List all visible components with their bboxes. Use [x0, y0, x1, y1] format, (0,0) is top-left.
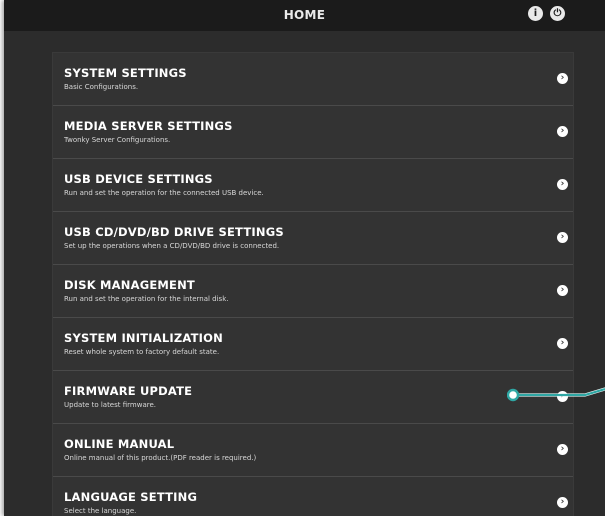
chevron-right-icon: › [557, 73, 568, 84]
menu-item-firmware-update[interactable]: FIRMWARE UPDATE Update to latest firmwar… [53, 371, 573, 424]
menu-item-language-setting[interactable]: LANGUAGE SETTING Select the language. › [53, 477, 573, 516]
chevron-right-icon: › [557, 285, 568, 296]
menu-item-usb-device-settings[interactable]: USB DEVICE SETTINGS Run and set the oper… [53, 159, 573, 212]
menu-item-title: SYSTEM INITIALIZATION [64, 331, 223, 345]
menu-item-title: LANGUAGE SETTING [64, 490, 198, 504]
menu-item-title: USB DEVICE SETTINGS [64, 172, 213, 186]
menu-item-description: Basic Configurations. [64, 83, 139, 91]
menu-item-title: ONLINE MANUAL [64, 437, 175, 451]
menu-item-description: Run and set the operation for the intern… [64, 295, 229, 303]
callout-pointer [507, 387, 605, 402]
menu-item-title: FIRMWARE UPDATE [64, 384, 193, 398]
power-icon[interactable]: ⏻ [550, 6, 565, 21]
menu-item-online-manual[interactable]: ONLINE MANUAL Online manual of this prod… [53, 424, 573, 477]
menu-item-description: Reset whole system to factory default st… [64, 348, 220, 356]
chevron-right-icon: › [557, 338, 568, 349]
info-icon[interactable]: i [528, 6, 543, 21]
menu-item-title: USB CD/DVD/BD DRIVE SETTINGS [64, 225, 284, 239]
menu-item-description: Select the language. [64, 507, 137, 515]
menu-item-description: Online manual of this product.(PDF reade… [64, 454, 257, 462]
menu-item-title: MEDIA SERVER SETTINGS [64, 119, 233, 133]
menu-item-system-settings[interactable]: SYSTEM SETTINGS Basic Configurations. › [53, 53, 573, 106]
chevron-right-icon: › [557, 126, 568, 137]
chevron-right-icon: › [557, 232, 568, 243]
menu-item-description: Twonky Server Configurations. [64, 136, 171, 144]
app-window: HOME i ⏻ SYSTEM SETTINGS Basic Configura… [4, 0, 605, 516]
menu-item-title: DISK MANAGEMENT [64, 278, 195, 292]
chevron-right-icon: › [557, 179, 568, 190]
menu-item-description: Set up the operations when a CD/DVD/BD d… [64, 242, 280, 250]
menu-item-title: SYSTEM SETTINGS [64, 66, 187, 80]
menu-item-usb-drive-settings[interactable]: USB CD/DVD/BD DRIVE SETTINGS Set up the … [53, 212, 573, 265]
top-bar: HOME i ⏻ [4, 0, 605, 31]
menu-item-media-server-settings[interactable]: MEDIA SERVER SETTINGS Twonky Server Conf… [53, 106, 573, 159]
page-title: HOME [283, 8, 326, 22]
menu-item-description: Run and set the operation for the connec… [64, 189, 264, 197]
menu-item-disk-management[interactable]: DISK MANAGEMENT Run and set the operatio… [53, 265, 573, 318]
menu-item-description: Update to latest firmware. [64, 401, 156, 409]
menu-item-system-initialization[interactable]: SYSTEM INITIALIZATION Reset whole system… [53, 318, 573, 371]
settings-menu: SYSTEM SETTINGS Basic Configurations. › … [52, 52, 574, 516]
chevron-right-icon: › [557, 497, 568, 508]
chevron-right-icon: › [557, 444, 568, 455]
